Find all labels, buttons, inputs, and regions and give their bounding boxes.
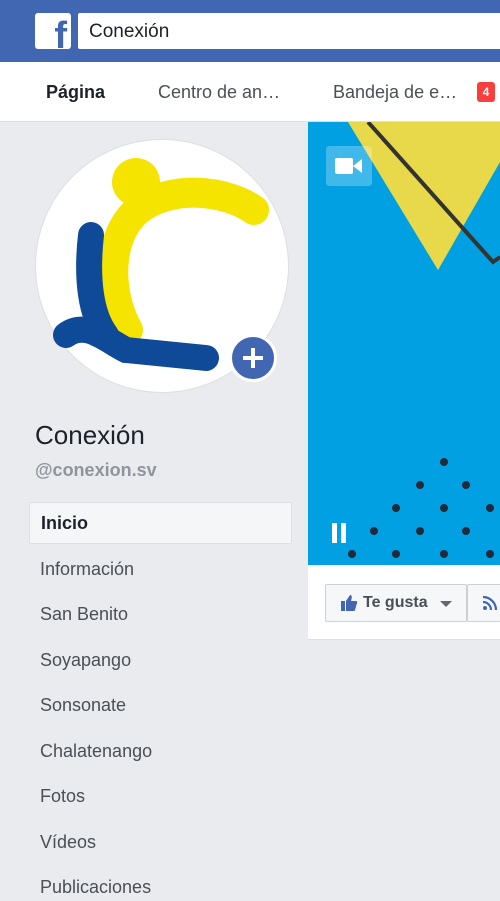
- add-photo-plus-icon[interactable]: [229, 334, 277, 382]
- sidebar-item-sonsonate[interactable]: Sonsonate: [29, 684, 292, 730]
- chevron-down-icon: [440, 601, 452, 607]
- sidebar-item-publicaciones[interactable]: Publicaciones: [29, 866, 292, 901]
- sidebar-item-videos[interactable]: Vídeos: [29, 821, 292, 867]
- sidebar-item-chalatenango[interactable]: Chalatenango: [29, 730, 292, 776]
- video-camera-icon: [326, 146, 372, 186]
- page-sidebar-nav: Inicio Información San Benito Soyapango …: [29, 502, 292, 901]
- sidebar-item-informacion[interactable]: Información: [29, 548, 292, 594]
- inbox-badge: 4: [477, 82, 495, 102]
- active-tab-indicator: [36, 57, 120, 61]
- tab-pagina[interactable]: Página: [46, 82, 105, 103]
- tab-bandeja-de-entrada[interactable]: Bandeja de e…: [333, 82, 457, 103]
- rss-icon: [482, 595, 498, 611]
- sidebar-item-soyapango[interactable]: Soyapango: [29, 639, 292, 685]
- pause-icon[interactable]: [330, 523, 348, 545]
- tab-centro-de-anuncios[interactable]: Centro de an…: [158, 82, 280, 103]
- facebook-logo-icon[interactable]: f: [35, 13, 71, 49]
- like-page-button[interactable]: Te gusta: [325, 584, 467, 622]
- like-button-label: Te gusta: [363, 594, 428, 611]
- search-value: Conexión: [89, 21, 170, 42]
- sidebar-item-fotos[interactable]: Fotos: [29, 775, 292, 821]
- page-username[interactable]: @conexion.sv: [35, 460, 157, 481]
- page-title: Conexión: [35, 420, 145, 450]
- thumbs-up-icon: [341, 595, 358, 611]
- cover-artwork: [348, 122, 500, 558]
- follow-button[interactable]: [467, 584, 500, 622]
- page-tabs: Página Centro de an… Bandeja de e…: [0, 62, 500, 122]
- sidebar-item-inicio[interactable]: Inicio: [29, 502, 292, 544]
- sidebar-item-san-benito[interactable]: San Benito: [29, 593, 292, 639]
- top-navigation-bar: f Conexión: [0, 0, 500, 62]
- search-input[interactable]: Conexión: [78, 13, 500, 49]
- cover-video[interactable]: [308, 122, 500, 565]
